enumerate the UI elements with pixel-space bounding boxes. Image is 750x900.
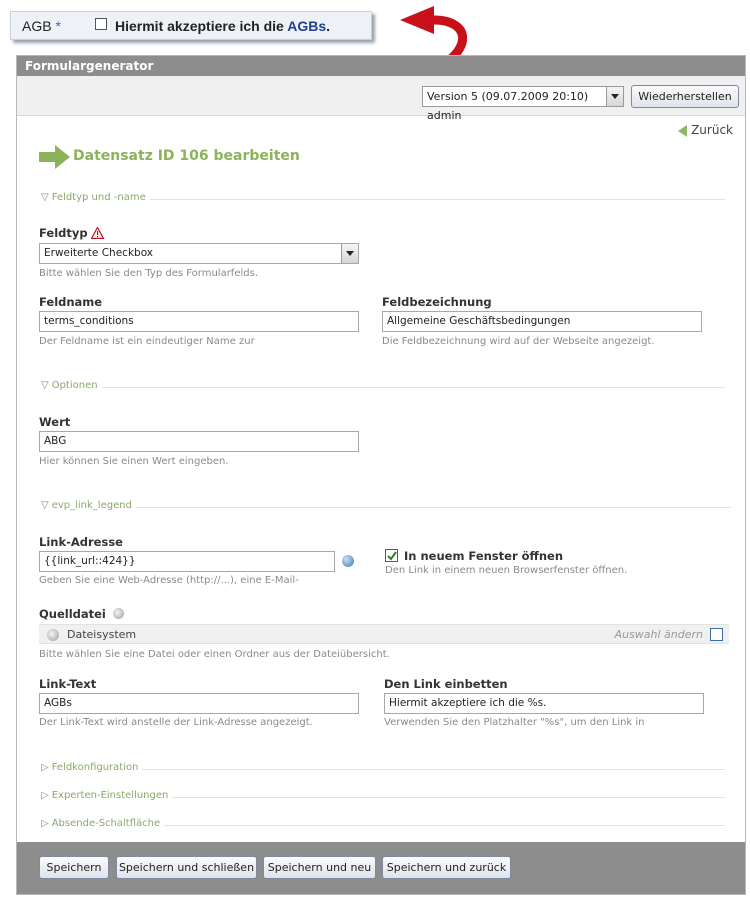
section-field-config[interactable]: ▷ Feldkonfiguration	[41, 762, 725, 776]
feldbezeichnung-label: Feldbezeichnung	[382, 295, 492, 309]
change-selection-label: Auswahl ändern	[614, 628, 703, 641]
feldbezeichnung-hint: Die Feldbezeichnung wird auf der Webseit…	[382, 336, 655, 347]
source-file-bar: Dateisystem Auswahl ändern	[39, 624, 729, 644]
file-icon	[112, 608, 124, 619]
chevron-down-icon[interactable]	[341, 244, 358, 263]
source-file-name: Dateisystem	[67, 628, 137, 641]
collapsed-triangle-icon: ▷	[41, 762, 49, 773]
chevron-down-icon[interactable]	[606, 87, 623, 106]
restore-button[interactable]: Wiederherstellen	[631, 85, 739, 108]
checkmark-icon	[387, 551, 397, 561]
section-expert[interactable]: ▷ Experten-Einstellungen	[41, 790, 725, 804]
save-new-button[interactable]: Speichern und neu	[263, 856, 376, 879]
panel-title: Formulargenerator	[17, 56, 745, 76]
expanded-triangle-icon: ▽	[41, 192, 49, 203]
new-window-label: In neuem Fenster öffnen	[404, 549, 564, 563]
link-adresse-label: Link-Adresse	[39, 535, 123, 549]
quelldatei-hint: Bitte wählen Sie eine Datei oder einen O…	[39, 649, 390, 660]
link-adresse-input[interactable]: {{link_url::424}}	[39, 551, 335, 572]
link-einbetten-input[interactable]: Hiermit akzeptiere ich die %s.	[384, 693, 704, 714]
link-text-hint: Der Link-Text wird anstelle der Link-Adr…	[39, 717, 313, 728]
collapsed-triangle-icon: ▷	[41, 818, 49, 829]
back-link[interactable]: Zurück	[678, 123, 733, 137]
preview-label: AGB *	[22, 18, 61, 34]
feldbezeichnung-input[interactable]: Allgemeine Geschäftsbedingungen	[382, 311, 702, 332]
form-generator-panel: Formulargenerator Version 5 (09.07.2009 …	[16, 55, 746, 895]
wert-label: Wert	[39, 415, 71, 429]
save-button[interactable]: Speichern	[39, 856, 109, 879]
quelldatei-label: Quelldatei	[39, 607, 124, 621]
link-einbetten-label: Den Link einbetten	[384, 677, 508, 691]
section-link[interactable]: ▽ evp_link_legend	[41, 500, 731, 514]
expanded-triangle-icon: ▽	[41, 380, 49, 391]
form-preview: AGB * Hiermit akzeptiere ich die AGBs.	[10, 11, 372, 40]
link-text-input[interactable]: AGBs	[39, 693, 359, 714]
feldname-label: Feldname	[39, 295, 103, 309]
collapsed-triangle-icon: ▷	[41, 790, 49, 801]
feldtyp-select[interactable]: Erweiterte Checkbox	[39, 243, 359, 264]
required-mark: *	[55, 18, 61, 34]
section-options[interactable]: ▽ Optionen	[41, 380, 725, 394]
link-adresse-hint: Geben Sie eine Web-Adresse (http://...),…	[39, 575, 299, 586]
warning-icon	[90, 227, 104, 239]
version-select[interactable]: Version 5 (09.07.2009 20:10) admin	[422, 86, 624, 122]
new-window-checkbox[interactable]	[385, 549, 398, 562]
link-einbetten-hint: Verwenden Sie den Platzhalter "%s", um d…	[384, 717, 645, 728]
file-icon	[47, 629, 59, 641]
wert-hint: Hier können Sie einen Wert eingeben.	[39, 456, 229, 467]
section-submit[interactable]: ▷ Absende-Schaltfläche	[41, 818, 725, 832]
version-toolbar: Version 5 (09.07.2009 20:10) admin Wiede…	[17, 76, 745, 122]
wert-input[interactable]: ABG	[39, 431, 359, 452]
feldname-input[interactable]: terms_conditions	[39, 311, 359, 332]
page-title: Datensatz ID 106 bearbeiten	[73, 148, 300, 164]
new-window-hint: Den Link in einem neuen Browserfenster ö…	[385, 565, 628, 576]
feldtyp-label: Feldtyp	[39, 226, 104, 240]
globe-icon[interactable]	[342, 555, 354, 567]
feldname-hint: Der Feldname ist ein eindeutiger Name zu…	[39, 336, 255, 347]
section-type-name[interactable]: ▽ Feldtyp und -name	[41, 192, 725, 206]
expanded-triangle-icon: ▽	[41, 500, 49, 511]
change-selection-checkbox[interactable]	[710, 628, 723, 641]
action-footer: Speichern Speichern und schließen Speich…	[17, 842, 745, 894]
preview-checkbox[interactable]	[95, 18, 107, 30]
save-close-button[interactable]: Speichern und schließen	[116, 856, 257, 879]
preview-checkbox-text: Hiermit akzeptiere ich die AGBs.	[115, 18, 331, 34]
link-text-label: Link-Text	[39, 677, 97, 691]
save-back-button[interactable]: Speichern und zurück	[382, 856, 511, 879]
preview-agb-link[interactable]: AGBs	[287, 18, 326, 34]
back-arrow-icon	[678, 124, 688, 137]
green-arrow-icon	[39, 145, 70, 169]
feldtyp-hint: Bitte wählen Sie den Typ des Formularfel…	[39, 268, 258, 279]
